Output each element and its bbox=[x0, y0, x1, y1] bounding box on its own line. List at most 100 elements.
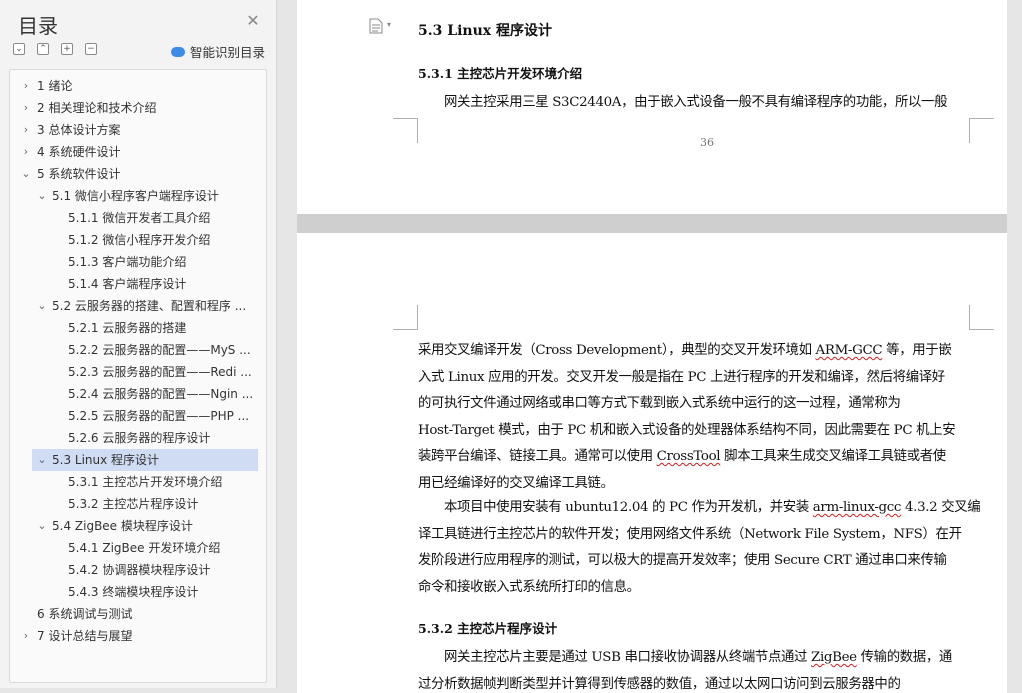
toc-item[interactable]: 6 系统调试与测试 bbox=[10, 603, 258, 625]
heading-5-3: 5.3 Linux 程序设计 bbox=[418, 23, 552, 39]
page-corner-mark bbox=[393, 305, 418, 330]
toc-item-label: 4 系统硬件设计 bbox=[37, 145, 121, 159]
toc-item-label: 5.1.1 微信开发者工具介绍 bbox=[68, 211, 211, 225]
heading-5-3-1: 5.3.1 主控芯片开发环境介绍 bbox=[418, 66, 583, 81]
chevron-down-icon[interactable]: ⌄ bbox=[37, 515, 47, 537]
paragraph-line: 网关主控芯片主要是通过 USB 串口接收协调器从终端节点通过 ZigBee 传输… bbox=[444, 650, 952, 665]
chevron-right-icon[interactable]: › bbox=[21, 97, 31, 119]
toc-item-label: 5.2.6 云服务器的程序设计 bbox=[68, 431, 211, 445]
page-corner-mark bbox=[969, 305, 994, 330]
paragraph-line: 本项目中使用安装有 ubuntu12.04 的 PC 作为开发机，并安装 arm… bbox=[444, 500, 981, 515]
toc-item[interactable]: 5.2.6 云服务器的程序设计 bbox=[10, 427, 258, 449]
toc-list: › 1 绪论 › 2 相关理论和技术介绍 › 3 总体设计方案 › 4 系统硬件设计 ⌄ 5 系统… bbox=[9, 69, 267, 683]
page-layout-icon[interactable] bbox=[369, 18, 383, 34]
toc-item-label: 5.2 云服务器的搭建、配置和程序 ... bbox=[52, 299, 247, 313]
chevron-right-icon[interactable]: › bbox=[21, 75, 31, 97]
paragraph-line: 命令和接收嵌入式系统所打印的信息。 bbox=[418, 579, 640, 595]
chevron-down-icon[interactable]: ⌄ bbox=[37, 185, 47, 207]
toc-item[interactable]: 5.4.2 协调器模块程序设计 bbox=[10, 559, 258, 581]
add-toc-item-button[interactable]: + bbox=[61, 43, 73, 55]
heading-5-3-2: 5.3.2 主控芯片程序设计 bbox=[418, 621, 558, 636]
paragraph-line: Host-Target 模式，由于 PC 机和嵌入式设备的处理器体系结构不同，因… bbox=[418, 422, 956, 438]
toc-item-label: 6 系统调试与测试 bbox=[37, 607, 133, 621]
chevron-down-icon[interactable]: ⌄ bbox=[37, 449, 47, 471]
toc-item[interactable]: › 7 设计总结与展望 bbox=[10, 625, 258, 647]
toc-item[interactable]: 5.3.1 主控芯片开发环境介绍 bbox=[10, 471, 258, 493]
toc-item[interactable]: 5.1.2 微信小程序开发介绍 bbox=[10, 229, 258, 251]
toc-item[interactable]: 5.2.4 云服务器的配置——Ngin ... bbox=[10, 383, 258, 405]
document-area[interactable]: ▾ 5.3 Linux 程序设计 5.3.1 主控芯片开发环境介绍 网关主控采用… bbox=[278, 0, 1022, 693]
toc-item[interactable]: ⌄ 5.4 ZigBee 模块程序设计 bbox=[10, 515, 258, 537]
paragraph-line: 过分析数据帧判断类型并计算得到传感器的数值，通过以太网口访问到云服务器中的 bbox=[418, 676, 901, 692]
toc-item[interactable]: ⌄ 5 系统软件设计 bbox=[10, 163, 258, 185]
toc-item[interactable]: 5.4.1 ZigBee 开发环境介绍 bbox=[10, 537, 258, 559]
chevron-down-icon[interactable]: ⌄ bbox=[37, 295, 47, 317]
toc-item-label: 5.2.3 云服务器的配置——Redi ... bbox=[68, 365, 252, 379]
paragraph-line: 装跨平台编译、链接工具。通常可以使用 CrossTool 脚本工具来生成交叉编译… bbox=[418, 449, 946, 464]
toc-item[interactable]: 5.2.1 云服务器的搭建 bbox=[10, 317, 258, 339]
toc-item-label: 5.2.1 云服务器的搭建 bbox=[68, 321, 187, 335]
toc-item-label: 5.1.2 微信小程序开发介绍 bbox=[68, 233, 211, 247]
toc-item-label: 5 系统软件设计 bbox=[37, 167, 121, 181]
collapse-all-button[interactable]: ⌄ bbox=[13, 43, 25, 55]
toc-item[interactable]: › 4 系统硬件设计 bbox=[10, 141, 258, 163]
toc-item-label: 5.1.4 客户端程序设计 bbox=[68, 277, 187, 291]
toc-item[interactable]: › 3 总体设计方案 bbox=[10, 119, 258, 141]
page-corner-mark bbox=[393, 118, 418, 143]
page-layout-dropdown-icon[interactable]: ▾ bbox=[387, 20, 391, 29]
remove-toc-item-button[interactable]: − bbox=[85, 43, 97, 55]
toc-item-label: 5.3.1 主控芯片开发环境介绍 bbox=[68, 475, 223, 489]
paragraph-line: 入式 Linux 应用的开发。交叉开发一般是指在 PC 上进行程序的开发和编译，… bbox=[418, 369, 945, 385]
smart-toc-button[interactable]: 智能识别目录 bbox=[171, 42, 265, 61]
toc-item-label: 3 总体设计方案 bbox=[37, 123, 121, 137]
page-corner-mark bbox=[969, 118, 994, 143]
document-page-36[interactable]: ▾ 5.3 Linux 程序设计 5.3.1 主控芯片开发环境介绍 网关主控采用… bbox=[297, 0, 1007, 214]
toc-item[interactable]: ⌄ 5.2 云服务器的搭建、配置和程序 ... bbox=[10, 295, 258, 317]
toc-title: 目录 bbox=[18, 14, 58, 38]
toc-item-label: 5.2.4 云服务器的配置——Ngin ... bbox=[68, 387, 254, 401]
toc-item[interactable]: ⌄ 5.1 微信小程序客户端程序设计 bbox=[10, 185, 258, 207]
toc-item-label: 5.1.3 客户端功能介绍 bbox=[68, 255, 187, 269]
toc-item[interactable]: 5.1.1 微信开发者工具介绍 bbox=[10, 207, 258, 229]
toc-item[interactable]: 5.2.5 云服务器的配置——PHP ... bbox=[10, 405, 258, 427]
paragraph-line: 发阶段进行应用程序的测试，可以极大的提高开发效率；使用 Secure CRT 通… bbox=[418, 553, 947, 568]
toc-item-label: 2 相关理论和技术介绍 bbox=[37, 101, 157, 115]
toc-item[interactable]: 5.1.3 客户端功能介绍 bbox=[10, 251, 258, 273]
toc-panel: 目录 ✕ ⌄ ⌃ + − 智能识别目录 › 1 绪论 › 2 相关理论和技术介绍 › 3 … bbox=[0, 0, 277, 688]
toc-item-label: 5.3 Linux 程序设计 bbox=[52, 453, 160, 467]
toc-item-label: 5.4.2 协调器模块程序设计 bbox=[68, 563, 211, 577]
smart-toc-icon bbox=[171, 46, 185, 57]
paragraph-line: 译工具链进行主控芯片的软件开发；使用网络文件系统（Network File Sy… bbox=[418, 526, 962, 542]
chevron-right-icon[interactable]: › bbox=[21, 119, 31, 141]
toc-item[interactable]: › 2 相关理论和技术介绍 bbox=[10, 97, 258, 119]
toc-item[interactable]: › 1 绪论 bbox=[10, 75, 258, 97]
chevron-down-icon[interactable]: ⌄ bbox=[21, 163, 31, 185]
toc-item-label: 1 绪论 bbox=[37, 79, 73, 93]
toc-item-label: 7 设计总结与展望 bbox=[37, 629, 133, 643]
chevron-right-icon[interactable]: › bbox=[21, 625, 31, 647]
toc-item[interactable]: 5.3.2 主控芯片程序设计 bbox=[10, 493, 258, 515]
chevron-right-icon[interactable]: › bbox=[21, 141, 31, 163]
paragraph-line: 采用交叉编译开发（Cross Development），典型的交叉开发环境如 A… bbox=[418, 343, 952, 358]
toc-item[interactable]: 5.1.4 客户端程序设计 bbox=[10, 273, 258, 295]
toc-item-label: 5.4 ZigBee 模块程序设计 bbox=[52, 519, 193, 533]
paragraph-line: 网关主控采用三星 S3C2440A，由于嵌入式设备一般不具有编译程序的功能，所以… bbox=[444, 95, 948, 110]
page-number: 36 bbox=[700, 136, 714, 149]
toc-item[interactable]: 5.2.2 云服务器的配置——MyS ... bbox=[10, 339, 258, 361]
toc-item[interactable]: ⌄ 5.3 Linux 程序设计 bbox=[32, 449, 258, 471]
expand-all-button[interactable]: ⌃ bbox=[37, 43, 49, 55]
smart-toc-label: 智能识别目录 bbox=[190, 45, 266, 60]
toc-item[interactable]: 5.2.3 云服务器的配置——Redi ... bbox=[10, 361, 258, 383]
close-icon[interactable]: ✕ bbox=[244, 12, 262, 30]
paragraph-line: 用已经编译好的交叉编译工具链。 bbox=[418, 475, 614, 491]
paragraph-line: 的可执行文件通过网络或串口等方式下载到嵌入式系统中运行的这一过程，通常称为 bbox=[418, 396, 901, 411]
toc-item[interactable]: 5.4.3 终端模块程序设计 bbox=[10, 581, 258, 603]
page-gap bbox=[297, 214, 1007, 233]
toc-item-label: 5.4.3 终端模块程序设计 bbox=[68, 585, 199, 599]
toc-item-label: 5.4.1 ZigBee 开发环境介绍 bbox=[68, 541, 221, 555]
toc-item-label: 5.3.2 主控芯片程序设计 bbox=[68, 497, 199, 511]
toc-item-label: 5.2.2 云服务器的配置——MyS ... bbox=[68, 343, 251, 357]
toc-item-label: 5.1 微信小程序客户端程序设计 bbox=[52, 189, 219, 203]
toc-item-label: 5.2.5 云服务器的配置——PHP ... bbox=[68, 409, 250, 423]
document-page-37[interactable]: 采用交叉编译开发（Cross Development），典型的交叉开发环境如 A… bbox=[297, 233, 1007, 693]
